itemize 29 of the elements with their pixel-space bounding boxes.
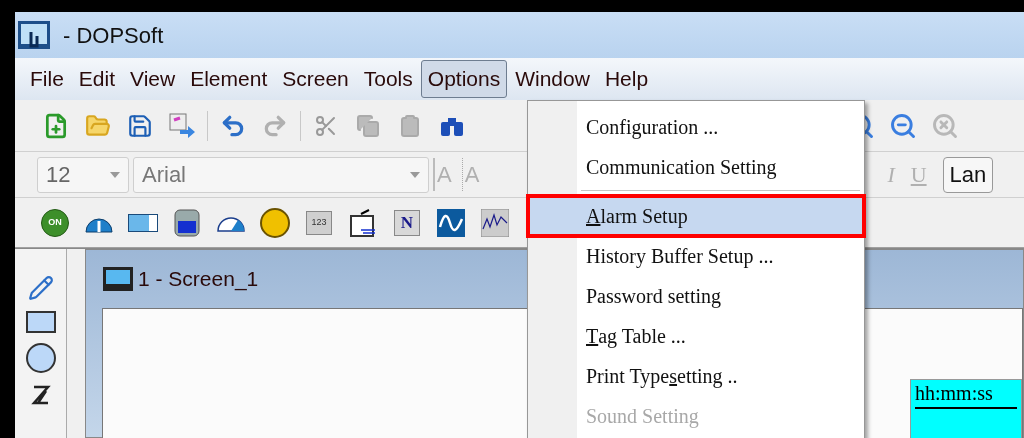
screen-icon xyxy=(102,266,134,292)
font-name-combo[interactable]: Arial xyxy=(133,156,429,193)
menu-item[interactable]: Tools xyxy=(356,60,420,98)
window-title: - DOPSoft xyxy=(63,21,164,50)
font-size-combo[interactable]: 12 xyxy=(37,156,129,193)
language-button[interactable]: Lan xyxy=(942,156,994,193)
app-icon xyxy=(17,20,51,50)
menu-item[interactable]: Screen xyxy=(275,60,356,98)
caret-icon xyxy=(110,171,120,178)
clock-element: hh:mm:ss xyxy=(910,379,1022,438)
menu-item[interactable]: Configuration ... xyxy=(528,107,864,147)
menu-item[interactable]: Help xyxy=(597,60,656,98)
menu-item[interactable]: File xyxy=(23,60,71,98)
menu-item[interactable]: Window xyxy=(508,60,597,98)
menu-item[interactable]: History Buffer Setup ... xyxy=(528,236,864,276)
menu-item[interactable]: View xyxy=(123,60,183,98)
caret-icon xyxy=(410,171,420,178)
menu-item[interactable]: Communication Setting xyxy=(528,147,864,187)
screen-window-title: 1 - Screen_1 xyxy=(138,266,259,293)
rectangle-icon[interactable] xyxy=(25,311,56,333)
menu-item[interactable]: Tag Table ... xyxy=(528,316,864,356)
pencil-icon[interactable] xyxy=(27,275,54,301)
menu-item[interactable]: Element xyxy=(183,60,275,98)
menu-item[interactable]: Options xyxy=(420,60,508,98)
menu-item[interactable]: Print Typesetting .. xyxy=(528,356,864,396)
freehand-icon[interactable] xyxy=(29,383,52,407)
menu-item[interactable]: Password setting xyxy=(528,276,864,316)
menu-item[interactable]: Edit xyxy=(71,60,123,98)
menu-item[interactable]: Alarm Setup xyxy=(528,196,864,236)
